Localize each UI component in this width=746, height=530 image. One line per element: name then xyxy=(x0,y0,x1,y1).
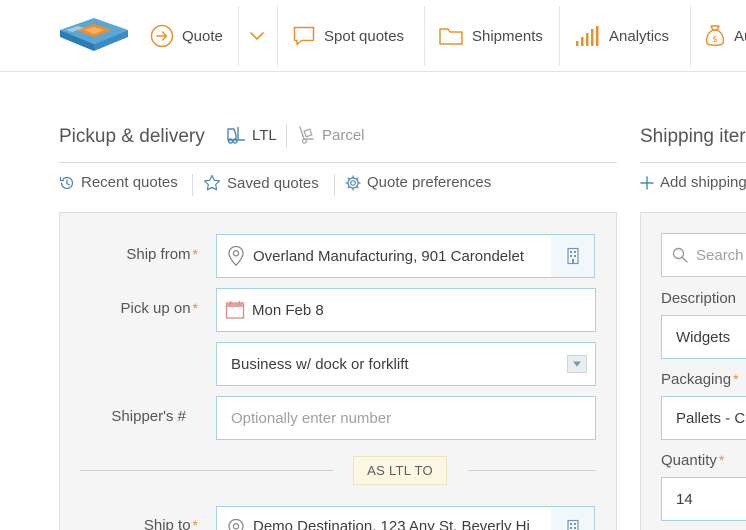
shipping-header-divider xyxy=(640,162,746,163)
tool-separator xyxy=(192,174,193,196)
description-input[interactable]: Widgets xyxy=(661,315,746,359)
mode-ltl-tab[interactable]: LTL xyxy=(226,126,277,144)
nav-shipments[interactable]: Shipments xyxy=(438,0,543,72)
add-shipping-label: Add shipping xyxy=(660,174,746,191)
star-icon xyxy=(203,174,221,191)
recent-quotes-label: Recent quotes xyxy=(81,174,178,191)
divider-line-right xyxy=(468,470,596,471)
nav-spot-quotes-label: Spot quotes xyxy=(324,27,405,45)
nav-audit-label: Au xyxy=(734,27,746,45)
location-type-value: Business w/ dock or forklift xyxy=(231,355,409,373)
calendar-icon xyxy=(225,301,245,319)
forklift-icon xyxy=(227,127,245,144)
location-pin-icon xyxy=(228,518,244,530)
gear-icon xyxy=(345,174,361,191)
nav-separator xyxy=(424,6,425,66)
tool-separator xyxy=(334,174,335,196)
header-divider xyxy=(59,162,617,163)
svg-text:$: $ xyxy=(712,35,718,45)
ship-from-address-book-button[interactable] xyxy=(551,234,595,278)
shipper-number-input[interactable]: Optionally enter number xyxy=(216,396,596,440)
mode-parcel-tab[interactable]: Parcel xyxy=(298,126,365,144)
pick-up-on-label: Pick up on * xyxy=(120,300,199,317)
item-search-input[interactable]: Search xyxy=(661,233,746,277)
pickup-delivery-title: Pickup & delivery xyxy=(59,126,205,147)
ship-from-field[interactable]: Overland Manufacturing, 901 Carondelet xyxy=(216,234,552,278)
recent-quotes-link[interactable]: Recent quotes xyxy=(59,174,178,191)
as-ltl-to-badge: AS LTL TO xyxy=(353,456,447,485)
chevron-down-icon xyxy=(250,32,264,40)
nav-separator xyxy=(238,6,239,66)
nav-quote-label: Quote xyxy=(182,27,223,45)
ship-from-label: Ship from * xyxy=(126,246,198,263)
nav-separator xyxy=(277,6,278,66)
description-value: Widgets xyxy=(676,328,731,346)
ship-to-value: Demo Destination, 123 Any St, Beverly Hi xyxy=(253,518,530,530)
nav-quote[interactable]: Quote xyxy=(150,0,223,72)
quote-dropdown-button[interactable] xyxy=(249,0,273,72)
mode-parcel-label: Parcel xyxy=(322,126,365,144)
nav-separator xyxy=(690,6,691,66)
description-label: Description xyxy=(661,290,737,307)
pick-up-date-field[interactable]: Mon Feb 8 xyxy=(216,288,596,332)
plus-icon xyxy=(640,175,654,190)
select-arrow-icon xyxy=(567,355,587,373)
money-bag-icon: $ xyxy=(705,25,725,46)
nav-separator xyxy=(559,6,560,66)
shipper-number-label: Shipper's # xyxy=(111,408,186,425)
logo-icon[interactable] xyxy=(58,14,130,54)
quantity-input[interactable]: 14 xyxy=(661,477,746,521)
location-type-select[interactable]: Business w/ dock or forklift xyxy=(216,342,596,386)
packaging-select[interactable]: Pallets - C xyxy=(661,396,746,440)
nav-spot-quotes[interactable]: Spot quotes xyxy=(292,0,404,72)
location-pin-icon xyxy=(228,245,244,267)
packaging-value: Pallets - C xyxy=(676,409,746,427)
item-search-placeholder: Search xyxy=(696,246,744,264)
pick-up-date-value: Mon Feb 8 xyxy=(252,301,324,319)
shipping-items-title: Shipping iter xyxy=(640,126,746,147)
building-icon xyxy=(566,519,579,530)
bar-chart-icon xyxy=(576,26,599,46)
shipper-number-placeholder: Optionally enter number xyxy=(231,409,392,427)
chat-bubble-icon xyxy=(293,26,315,46)
history-icon xyxy=(59,176,74,189)
quantity-value: 14 xyxy=(676,490,693,508)
packaging-label: Packaging * xyxy=(661,371,739,388)
quantity-label: Quantity * xyxy=(661,452,725,469)
saved-quotes-label: Saved quotes xyxy=(227,174,319,192)
building-icon xyxy=(566,247,579,265)
quote-preferences-label: Quote preferences xyxy=(367,174,492,191)
nav-shipments-label: Shipments xyxy=(472,27,543,45)
saved-quotes-link[interactable]: Saved quotes xyxy=(203,174,319,192)
ship-to-label: Ship to * xyxy=(143,517,198,530)
arrow-circle-right-icon xyxy=(150,24,174,48)
nav-analytics[interactable]: Analytics xyxy=(575,0,669,72)
mode-separator xyxy=(286,124,287,148)
quote-preferences-link[interactable]: Quote preferences xyxy=(345,174,491,191)
nav-analytics-label: Analytics xyxy=(609,27,670,45)
nav-audit[interactable]: $ Au xyxy=(704,0,746,72)
ship-from-value: Overland Manufacturing, 901 Carondelet xyxy=(253,247,524,265)
mode-ltl-label: LTL xyxy=(252,126,277,144)
ship-to-address-book-button[interactable] xyxy=(551,506,595,530)
ship-to-field[interactable]: Demo Destination, 123 Any St, Beverly Hi xyxy=(216,506,552,530)
hand-truck-icon xyxy=(299,126,314,144)
add-shipping-item-button[interactable]: Add shipping xyxy=(640,174,746,191)
divider-line-left xyxy=(80,470,333,471)
search-icon xyxy=(672,247,688,263)
folder-icon xyxy=(439,28,463,45)
top-navigation: Quote Spot quotes Shipments Analytics $ … xyxy=(0,0,746,72)
